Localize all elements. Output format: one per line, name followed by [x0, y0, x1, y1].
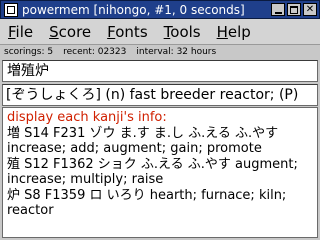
maximize-button[interactable]	[287, 3, 301, 16]
menu-file[interactable]: File	[0, 23, 41, 41]
info-heading: display each kanji's info:	[7, 110, 167, 125]
minimize-button[interactable]	[271, 3, 285, 16]
status-line: scorings: 5 recent: 02323 interval: 32 h…	[0, 45, 320, 59]
menu-help[interactable]: Help	[209, 23, 259, 41]
menu-score[interactable]: Score	[41, 23, 99, 41]
minimize-icon	[274, 11, 282, 14]
kanji-info-line: 殖 S12 F1362 ショク ふ.える ふ.やす augment; incre…	[7, 156, 298, 188]
kanji-info-panel[interactable]: display each kanji's info: 増 S14 F231 ゾウ…	[2, 107, 318, 238]
kanji-info-line: 炉 S8 F1359 ロ いろり hearth; furnace; kiln; …	[7, 187, 287, 219]
title-bar[interactable]: powermem [nihongo, #1, 0 seconds] ✕	[0, 0, 320, 19]
kanji-info-line: 増 S14 F231 ゾウ ま.す ま.し ふ.える ふ.やす increase…	[7, 125, 279, 157]
scorings-count: scorings: 5	[4, 47, 54, 57]
window-title: powermem [nihongo, #1, 0 seconds]	[22, 2, 245, 17]
reading-field[interactable]: [ぞうしょくろ] (n) fast breeder reactor; (P)	[2, 84, 318, 106]
menu-bar: File Score Fonts Tools Help	[0, 19, 320, 45]
word-field[interactable]: 増殖炉	[2, 60, 318, 82]
menu-fonts[interactable]: Fonts	[99, 23, 155, 41]
menu-tools[interactable]: Tools	[156, 23, 209, 41]
close-icon: ✕	[305, 3, 315, 15]
window-menu-icon[interactable]	[4, 2, 18, 17]
close-button[interactable]: ✕	[303, 3, 317, 16]
interval-value: interval: 32 hours	[136, 47, 217, 57]
recent-value: recent: 02323	[63, 47, 127, 57]
maximize-icon	[290, 5, 298, 14]
